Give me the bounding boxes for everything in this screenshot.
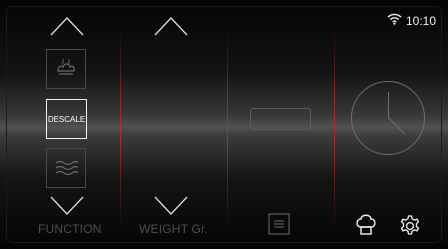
- descale-function-button[interactable]: DESCALE: [46, 99, 87, 139]
- start-button[interactable]: [250, 108, 311, 130]
- wifi-icon: [387, 12, 402, 30]
- gear-icon: [398, 213, 422, 237]
- column-divider: [227, 26, 228, 230]
- heat-waves-icon: [47, 157, 85, 177]
- heat-function-button[interactable]: [46, 148, 86, 188]
- function-up-arrow[interactable]: [50, 14, 84, 36]
- clock-time: 10:10: [405, 14, 436, 28]
- weight-up-arrow[interactable]: [154, 14, 188, 36]
- weight-column-label: WEIGHT Gr.: [139, 222, 209, 236]
- oven-control-screen: 10:10 DESCALE FUNCTION WEIGHT Gr.: [0, 0, 448, 249]
- steam-function-button[interactable]: [46, 49, 86, 89]
- function-down-arrow[interactable]: [50, 196, 84, 218]
- function-column-label: FUNCTION: [38, 222, 102, 236]
- list-icon: [268, 213, 290, 235]
- chef-button[interactable]: [355, 213, 377, 237]
- weight-down-arrow[interactable]: [154, 196, 188, 218]
- descale-label: DESCALE: [47, 114, 86, 124]
- column-divider: [334, 26, 335, 230]
- column-divider: [120, 26, 121, 230]
- recipe-list-button[interactable]: [268, 213, 290, 235]
- steam-icon: [47, 58, 85, 78]
- settings-button[interactable]: [398, 213, 422, 237]
- status-bar: 10:10: [387, 12, 436, 30]
- timer-clock[interactable]: [351, 81, 425, 155]
- chef-hat-icon: [355, 213, 377, 237]
